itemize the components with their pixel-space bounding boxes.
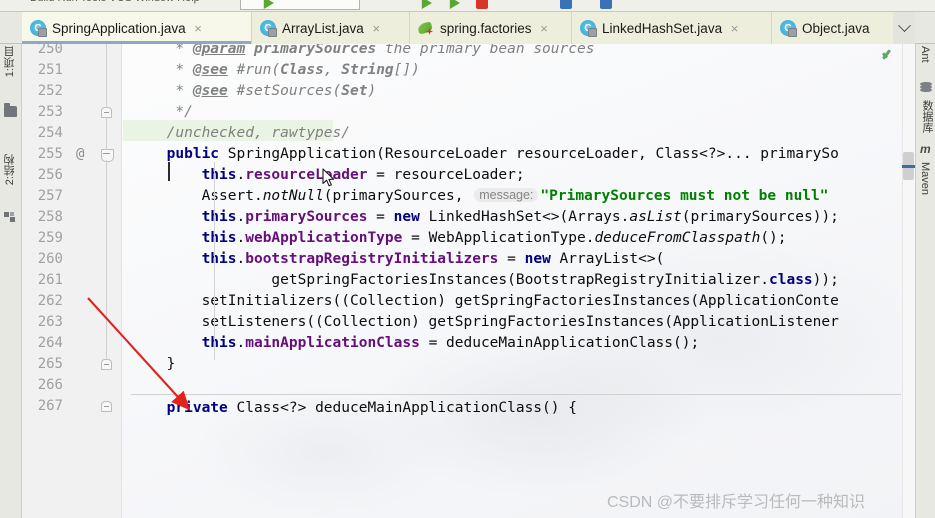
editor-tab-linkedhashset[interactable]: LinkedHashSet.java × (572, 12, 772, 44)
code-line-261[interactable]: getSpringFactoriesInstances(BootstrapReg… (123, 272, 838, 288)
left-tool-window-bar: 1:项目 2:结构 (0, 44, 22, 518)
maven-icon[interactable]: m (920, 142, 931, 156)
editor-tab-spring-factories[interactable]: spring.factories × (410, 12, 572, 44)
sidebar-item-ant[interactable]: Ant (919, 46, 931, 63)
line-number: 261 (37, 272, 63, 288)
java-class-icon (780, 20, 797, 37)
line-number: 260 (37, 251, 63, 267)
editor-tab-label: spring.factories (440, 20, 532, 36)
vcs-commit-icon[interactable] (600, 0, 612, 9)
code-line-256[interactable]: this.resourceLoader = resourceLoader; (123, 167, 525, 183)
main-toolbar-strip: Build Run Tools VCS Window Help (0, 0, 935, 12)
code-line-254[interactable]: /unchecked, rawtypes/ (123, 125, 350, 141)
sidebar-item-database[interactable]: 数据库 (919, 100, 935, 133)
editor-gutter[interactable]: 250 251 252 253 254 255 256 257 258 259 … (22, 44, 122, 518)
code-line-253[interactable]: */ (123, 104, 192, 120)
code-line-252[interactable]: * @see #setSources(Set) (123, 83, 376, 99)
error-stripe-scrollbar[interactable] (902, 44, 915, 518)
editor-tab-springapplication[interactable]: SpringApplication.java × (22, 12, 252, 44)
sidebar-item-maven[interactable]: Maven (919, 162, 931, 195)
fold-marker-next-method[interactable] (101, 401, 112, 412)
line-number: 266 (37, 377, 63, 393)
code-editor[interactable]: 250 251 252 253 254 255 256 257 258 259 … (22, 44, 915, 518)
structure-icon[interactable] (4, 212, 17, 223)
code-line-259[interactable]: this.webApplicationType = WebApplication… (123, 230, 787, 246)
chevron-down-icon (897, 18, 911, 32)
project-folder-icon[interactable] (4, 103, 17, 117)
right-tool-window-bar: Ant 数据库 m Maven (915, 44, 935, 518)
idea-window: Build Run Tools VCS Window Help SpringAp… (0, 0, 935, 518)
code-line-265[interactable]: } (123, 356, 176, 372)
close-icon[interactable]: × (193, 22, 204, 35)
debug-run-icon[interactable] (421, 0, 432, 9)
sidebar-item-structure[interactable]: 2:结构 (2, 154, 18, 185)
code-line-262[interactable]: setInitializers((Collection) getSpringFa… (123, 293, 839, 309)
vcs-update-icon[interactable] (560, 0, 572, 9)
editor-tab-bar: SpringApplication.java × ArrayList.java … (0, 12, 935, 44)
line-number: 265 (37, 356, 63, 372)
toolbar-menu-ghost: Build Run Tools VCS Window Help (30, 0, 200, 4)
line-number: 267 (37, 398, 63, 414)
database-icon[interactable] (920, 82, 932, 93)
close-icon[interactable]: × (371, 22, 382, 35)
fold-marker-javadoc-end[interactable] (101, 107, 112, 118)
code-line-260[interactable]: this.bootstrapRegistryInitializers = new… (123, 251, 665, 267)
java-class-icon (260, 20, 277, 37)
line-number: 255 (37, 146, 63, 162)
code-line-251[interactable]: * @see #run(Class, String[]) (123, 62, 420, 78)
close-icon[interactable]: × (729, 22, 740, 35)
indent-guide (214, 162, 215, 360)
code-line-267[interactable]: private Class<?> deduceMainApplicationCl… (123, 400, 577, 416)
fold-region-line (106, 118, 107, 150)
line-number: 251 (37, 62, 63, 78)
line-number: 250 (37, 44, 63, 57)
stop-icon[interactable] (476, 0, 488, 9)
close-icon[interactable]: × (539, 22, 550, 35)
line-number: 264 (37, 335, 63, 351)
java-class-icon (30, 20, 47, 37)
line-number: 257 (37, 188, 63, 204)
editor-tab-arraylist[interactable]: ArrayList.java × (252, 12, 410, 44)
inlay-hint-message: message: (474, 188, 539, 202)
editor-tab-object[interactable]: Object.java (772, 12, 894, 44)
text-caret (168, 162, 170, 181)
editor-tab-label: SpringApplication.java (52, 20, 186, 36)
fold-marker-method-end[interactable] (101, 359, 112, 370)
line-number: 259 (37, 230, 63, 246)
fold-region-line (106, 44, 107, 108)
fold-marker-method-start[interactable] (101, 149, 114, 162)
watermark-text: CSDN @不要排斥学习任何一种知识 (607, 494, 866, 511)
tab-overflow-button[interactable] (893, 12, 915, 44)
line-number: 252 (37, 83, 63, 99)
fold-region-line (106, 160, 107, 360)
spring-leaf-icon (418, 20, 434, 36)
code-line-257[interactable]: Assert.notNull(primarySources, message: "… (123, 188, 829, 204)
code-line-264[interactable]: this.mainApplicationClass = deduceMainAp… (123, 335, 700, 351)
member-separator (131, 394, 901, 395)
line-number: 256 (37, 167, 63, 183)
code-line-255[interactable]: public SpringApplication(ResourceLoader … (123, 146, 839, 162)
stripe-caret-marker (902, 165, 915, 168)
line-number: 254 (37, 125, 63, 141)
line-number: 263 (37, 314, 63, 330)
editor-tab-label: Object.java (802, 20, 870, 36)
code-line-250[interactable]: * @param primarySources the primary bean… (123, 44, 594, 57)
run-coverage-icon[interactable] (449, 0, 460, 9)
sidebar-item-project[interactable]: 1:项目 (2, 46, 18, 77)
annotation-gutter-marker[interactable]: @ (76, 146, 84, 162)
editor-tab-label: ArrayList.java (282, 20, 364, 36)
line-number: 253 (37, 104, 63, 120)
green-check-icon[interactable] (882, 48, 897, 61)
code-line-258[interactable]: this.primarySources = new LinkedHashSet<… (123, 209, 839, 225)
code-line-263[interactable]: setListeners((Collection) getSpringFacto… (123, 314, 839, 330)
java-class-icon (580, 20, 597, 37)
editor-tab-label: LinkedHashSet.java (602, 20, 723, 36)
line-number: 258 (37, 209, 63, 225)
code-area[interactable]: * @param resourceLoader the resource loa… (123, 44, 915, 518)
run-configuration-selector[interactable] (240, 0, 360, 10)
line-number: 262 (37, 293, 63, 309)
